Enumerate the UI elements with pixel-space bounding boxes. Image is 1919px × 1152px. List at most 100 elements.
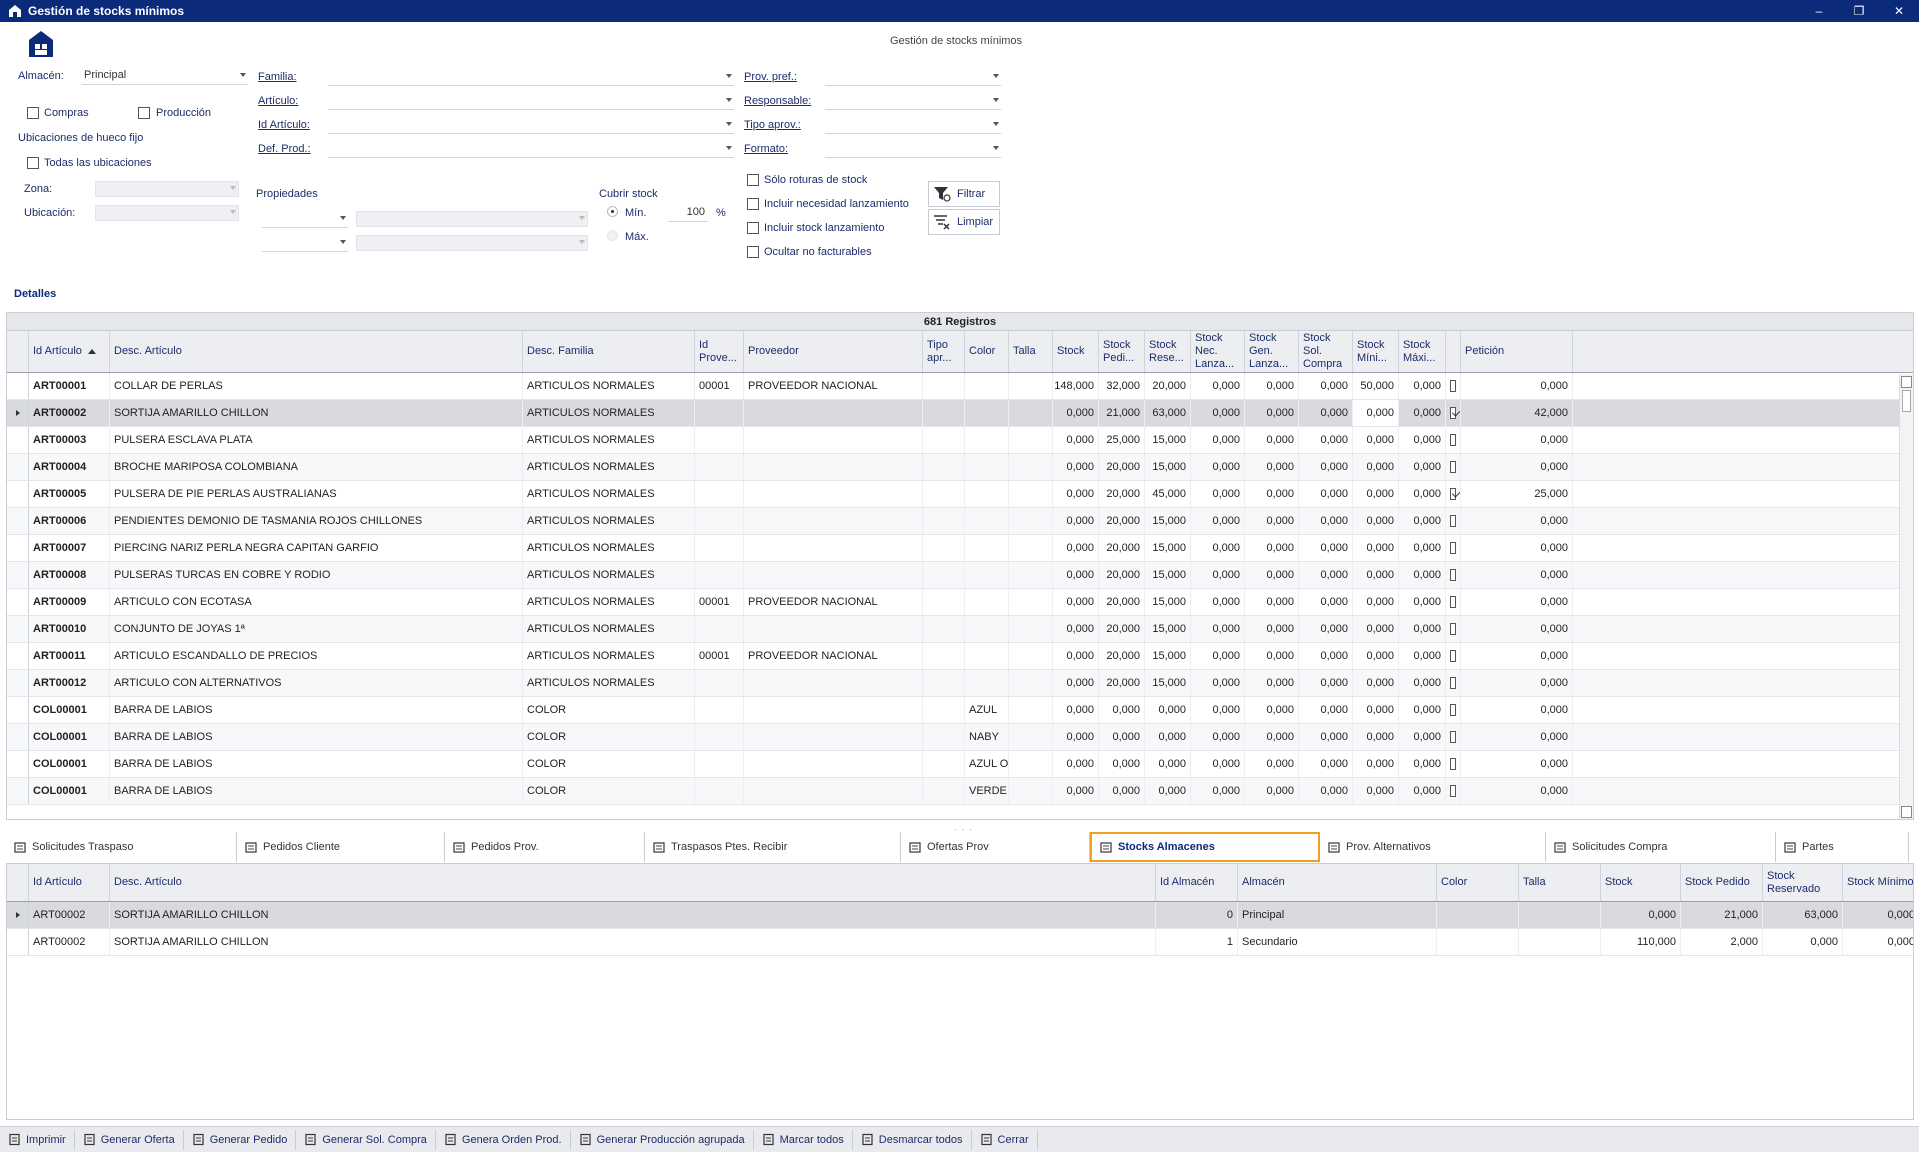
row-checkbox[interactable] (1450, 677, 1456, 689)
row-indicator[interactable] (7, 616, 29, 642)
incluir-necesidad-checkbox[interactable] (747, 198, 759, 210)
toolbar-button-cerrar[interactable]: Cerrar (972, 1129, 1038, 1150)
cell-min[interactable]: 0,000 (1353, 562, 1399, 588)
row-indicator[interactable] (7, 373, 29, 399)
responsable-link[interactable]: Responsable: (744, 95, 811, 107)
tab-pedidos-cliente[interactable]: Pedidos Cliente (237, 832, 445, 862)
column-header[interactable]: Stock (1601, 864, 1681, 901)
column-header[interactable]: Stock Rese... (1145, 331, 1191, 372)
cell-min[interactable]: 0,000 (1353, 751, 1399, 777)
tab-solicitudes-traspaso[interactable]: Solicitudes Traspaso (6, 832, 237, 862)
row-checkbox[interactable] (1450, 785, 1456, 797)
row-checkbox[interactable] (1450, 569, 1456, 581)
articulo-link[interactable]: Artículo: (258, 95, 298, 107)
toolbar-button-generar-pedido[interactable]: Generar Pedido (184, 1129, 297, 1150)
cell-min[interactable]: 0,000 (1353, 616, 1399, 642)
cell-min[interactable]: 0,000 (1353, 643, 1399, 669)
row-checkbox[interactable] (1450, 623, 1456, 635)
row-checkbox[interactable] (1450, 488, 1456, 500)
familia-select[interactable] (328, 70, 734, 86)
row-indicator[interactable] (7, 902, 29, 928)
column-header[interactable]: Talla (1519, 864, 1601, 901)
row-indicator[interactable] (7, 697, 29, 723)
details-scrollbar[interactable] (1899, 374, 1913, 819)
tab-pedidos-prov-[interactable]: Pedidos Prov. (445, 832, 645, 862)
toolbar-button-generar-oferta[interactable]: Generar Oferta (75, 1129, 184, 1150)
row-checkbox[interactable] (1450, 515, 1456, 527)
cell-min[interactable]: 0,000 (1353, 697, 1399, 723)
scroll-down-icon[interactable] (1901, 806, 1912, 818)
column-header[interactable]: Tipo apr... (923, 331, 965, 372)
table-row[interactable]: ART00005 PULSERA DE PIE PERLAS AUSTRALIAN… (7, 481, 1913, 508)
row-checkbox[interactable] (1450, 731, 1456, 743)
toolbar-button-generar-producci-n-agrupada[interactable]: Generar Producción agrupada (571, 1129, 754, 1150)
toolbar-button-generar-sol-compra[interactable]: Generar Sol. Compra (296, 1129, 436, 1150)
column-header[interactable]: Desc. Familia (523, 331, 695, 372)
solo-roturas-checkbox[interactable] (747, 174, 759, 186)
close-button[interactable]: ✕ (1879, 4, 1919, 18)
cell-min[interactable]: 0,000 (1353, 670, 1399, 696)
toolbar-button-genera-orden-prod-[interactable]: Genera Orden Prod. (436, 1129, 571, 1150)
defprod-link[interactable]: Def. Prod.: (258, 143, 311, 155)
provpref-select[interactable] (825, 70, 1001, 86)
filtrar-button[interactable]: Filtrar (928, 181, 1000, 207)
table-row[interactable]: ART00001 COLLAR DE PERLAS ARTICULOS NORMAL… (7, 373, 1913, 400)
tipoaprov-select[interactable] (825, 118, 1001, 134)
row-indicator[interactable] (7, 562, 29, 588)
todas-ubicaciones-checkbox[interactable] (27, 157, 39, 169)
table-row[interactable]: ART00002 SORTIJA AMARILLO CHILLON 0 Princip… (7, 902, 1913, 929)
propiedad2-value[interactable] (356, 235, 588, 251)
column-header[interactable]: Id Artículo (29, 864, 110, 901)
minimize-button[interactable]: – (1799, 4, 1839, 18)
column-header[interactable]: Almacén (1238, 864, 1437, 901)
table-row[interactable]: ART00007 PIERCING NARIZ PERLA NEGRA CAPIT… (7, 535, 1913, 562)
row-indicator[interactable] (7, 778, 29, 804)
row-checkbox[interactable] (1450, 461, 1456, 473)
column-header[interactable]: Color (965, 331, 1009, 372)
cell-min[interactable]: 0,000 (1353, 427, 1399, 453)
row-indicator[interactable] (7, 454, 29, 480)
propiedad2-select[interactable] (262, 236, 348, 252)
row-checkbox[interactable] (1450, 542, 1456, 554)
row-checkbox[interactable] (1450, 596, 1456, 608)
row-indicator[interactable] (7, 751, 29, 777)
tab-prov-alternativos[interactable]: Prov. Alternativos (1320, 832, 1546, 862)
row-indicator[interactable] (7, 400, 29, 426)
row-indicator[interactable] (7, 589, 29, 615)
scroll-thumb[interactable] (1902, 390, 1911, 412)
zona-select[interactable] (95, 181, 239, 197)
column-header[interactable]: Petición (1461, 331, 1573, 372)
articulo-select[interactable] (328, 94, 734, 110)
column-header[interactable]: Stock Máxi... (1399, 331, 1446, 372)
table-row[interactable]: ART00004 BROCHE MARIPOSA COLOMBIANA ARTICU… (7, 454, 1913, 481)
ocultar-checkbox[interactable] (747, 246, 759, 258)
row-indicator[interactable] (7, 508, 29, 534)
column-header[interactable]: Stock Nec. Lanza... (1191, 331, 1245, 372)
table-row[interactable]: ART00008 PULSERAS TURCAS EN COBRE Y RODIO… (7, 562, 1913, 589)
cell-min[interactable]: 50,000 (1353, 373, 1399, 399)
column-header[interactable]: Stock Pedido (1681, 864, 1763, 901)
column-header[interactable]: Desc. Artículo (110, 864, 1156, 901)
toolbar-button-desmarcar-todos[interactable]: Desmarcar todos (853, 1129, 972, 1150)
row-checkbox[interactable] (1450, 704, 1456, 716)
restore-button[interactable]: ❐ (1839, 4, 1879, 18)
table-row[interactable]: COL00001 BARRA DE LABIOS COLOR VERDE 0,000 0,… (7, 778, 1913, 805)
cell-min[interactable]: 0,000 (1353, 535, 1399, 561)
cell-min[interactable]: 0,000 (1353, 724, 1399, 750)
column-header[interactable]: Talla (1009, 331, 1053, 372)
max-radio[interactable] (607, 230, 618, 241)
row-checkbox[interactable] (1450, 758, 1456, 770)
table-row[interactable]: ART00002 SORTIJA AMARILLO CHILLON 1 Secunda… (7, 929, 1913, 956)
tab-solicitudes-compra[interactable]: Solicitudes Compra (1546, 832, 1776, 862)
toolbar-button-imprimir[interactable]: Imprimir (0, 1129, 75, 1150)
row-checkbox[interactable] (1450, 650, 1456, 662)
row-indicator[interactable] (7, 535, 29, 561)
row-checkbox[interactable] (1450, 407, 1456, 419)
cell-min[interactable]: 0,000 (1353, 481, 1399, 507)
tab-partes[interactable]: Partes (1776, 832, 1909, 862)
min-input[interactable]: 100 (668, 206, 708, 222)
table-row[interactable]: ART00009 ARTICULO CON ECOTASA ARTICULOS NO… (7, 589, 1913, 616)
column-header[interactable]: Id Artículo (29, 331, 110, 372)
cell-min[interactable]: 0,000 (1353, 589, 1399, 615)
row-indicator[interactable] (7, 643, 29, 669)
